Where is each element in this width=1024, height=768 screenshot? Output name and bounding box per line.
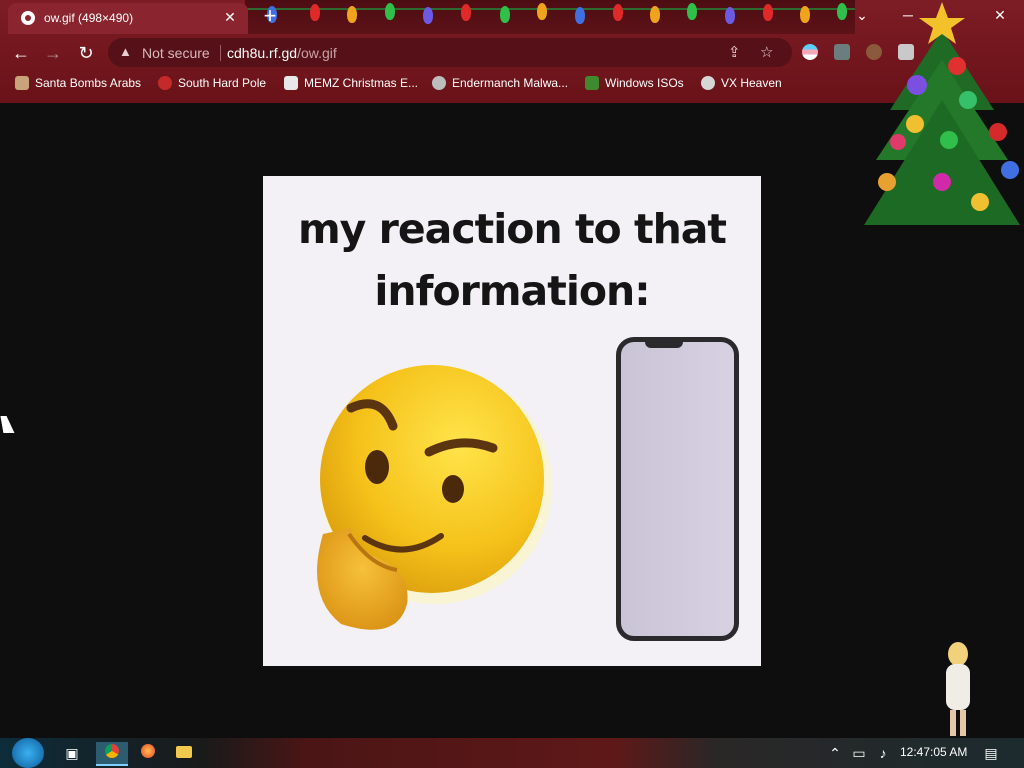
page-icon xyxy=(284,76,298,90)
chrome-page-icon xyxy=(21,11,35,25)
tab-title: ow.gif (498×490) xyxy=(44,11,134,25)
mouse-cursor-icon xyxy=(0,416,15,433)
url-path: /ow.gif xyxy=(297,45,337,61)
extension-s-icon[interactable] xyxy=(834,44,850,60)
chrome-icon xyxy=(105,744,119,758)
christmas-lights-decoration xyxy=(245,0,855,34)
back-button[interactable]: ← xyxy=(8,40,34,66)
caption-line: information: xyxy=(374,267,650,315)
security-status[interactable]: Not secure xyxy=(142,45,210,61)
new-tab-button[interactable]: + xyxy=(258,4,282,28)
face-icon xyxy=(432,76,446,90)
address-bar[interactable]: ▲ Not secure cdh8u.rf.gd/ow.gif ⇪ ☆ xyxy=(108,38,792,67)
firefox-icon xyxy=(141,744,155,758)
divider xyxy=(220,45,221,61)
volume-icon[interactable]: ♪ xyxy=(872,742,894,764)
folder-icon xyxy=(176,746,192,758)
bookmark-item[interactable]: Endermanch Malwa... xyxy=(432,76,568,90)
skull-icon xyxy=(701,76,715,90)
url-text[interactable]: cdh8u.rf.gd/ow.gif xyxy=(227,45,337,61)
thinking-emoji-icon xyxy=(317,365,552,630)
tab-close-icon[interactable]: ✕ xyxy=(221,8,239,26)
warning-icon[interactable]: ▲ xyxy=(119,44,132,59)
reload-button[interactable]: ↻ xyxy=(73,40,99,66)
clock[interactable]: 12:47:05 AM xyxy=(900,745,967,759)
start-button[interactable] xyxy=(12,738,44,768)
snowflake-icon xyxy=(158,76,172,90)
bookmark-item[interactable]: South Hard Pole xyxy=(158,76,266,90)
network-icon[interactable]: ▭ xyxy=(848,742,870,764)
show-hidden-icons-button[interactable]: ⌃ xyxy=(824,742,846,764)
share-icon[interactable]: ⇪ xyxy=(728,43,741,61)
bookmark-star-icon[interactable]: ☆ xyxy=(760,43,773,61)
bookmark-item[interactable]: VX Heaven xyxy=(701,76,782,90)
bookmark-item[interactable]: Santa Bombs Arabs xyxy=(15,76,141,90)
notifications-icon[interactable]: ▤ xyxy=(980,742,1002,764)
firefox-taskbar-button[interactable] xyxy=(137,742,159,764)
taskbar: ▣ ⌃ ▭ ♪ 12:47:05 AM ▤ xyxy=(0,738,1024,768)
caption-line: my reaction to that xyxy=(297,205,727,253)
active-tab[interactable]: ow.gif (498×490) ✕ xyxy=(8,3,248,34)
task-view-icon[interactable]: ▣ xyxy=(61,742,83,764)
gif-image[interactable]: my reaction to that information: xyxy=(263,176,761,666)
christmas-tree-icon xyxy=(864,2,1020,225)
url-host: cdh8u.rf.gd xyxy=(227,45,298,61)
person-figure-icon xyxy=(946,642,970,736)
bookmark-item[interactable]: Windows ISOs xyxy=(585,76,684,90)
file-explorer-button[interactable] xyxy=(173,742,195,764)
bookmark-item[interactable]: MEMZ Christmas E... xyxy=(284,76,418,90)
chrome-taskbar-button[interactable] xyxy=(96,742,128,766)
tree-icon xyxy=(585,76,599,90)
forward-button[interactable]: → xyxy=(40,40,66,66)
phone-image xyxy=(616,337,739,641)
santa-icon xyxy=(15,76,29,90)
gif-caption: my reaction to that information: xyxy=(263,198,761,322)
extension-flag-icon[interactable] xyxy=(802,44,818,60)
